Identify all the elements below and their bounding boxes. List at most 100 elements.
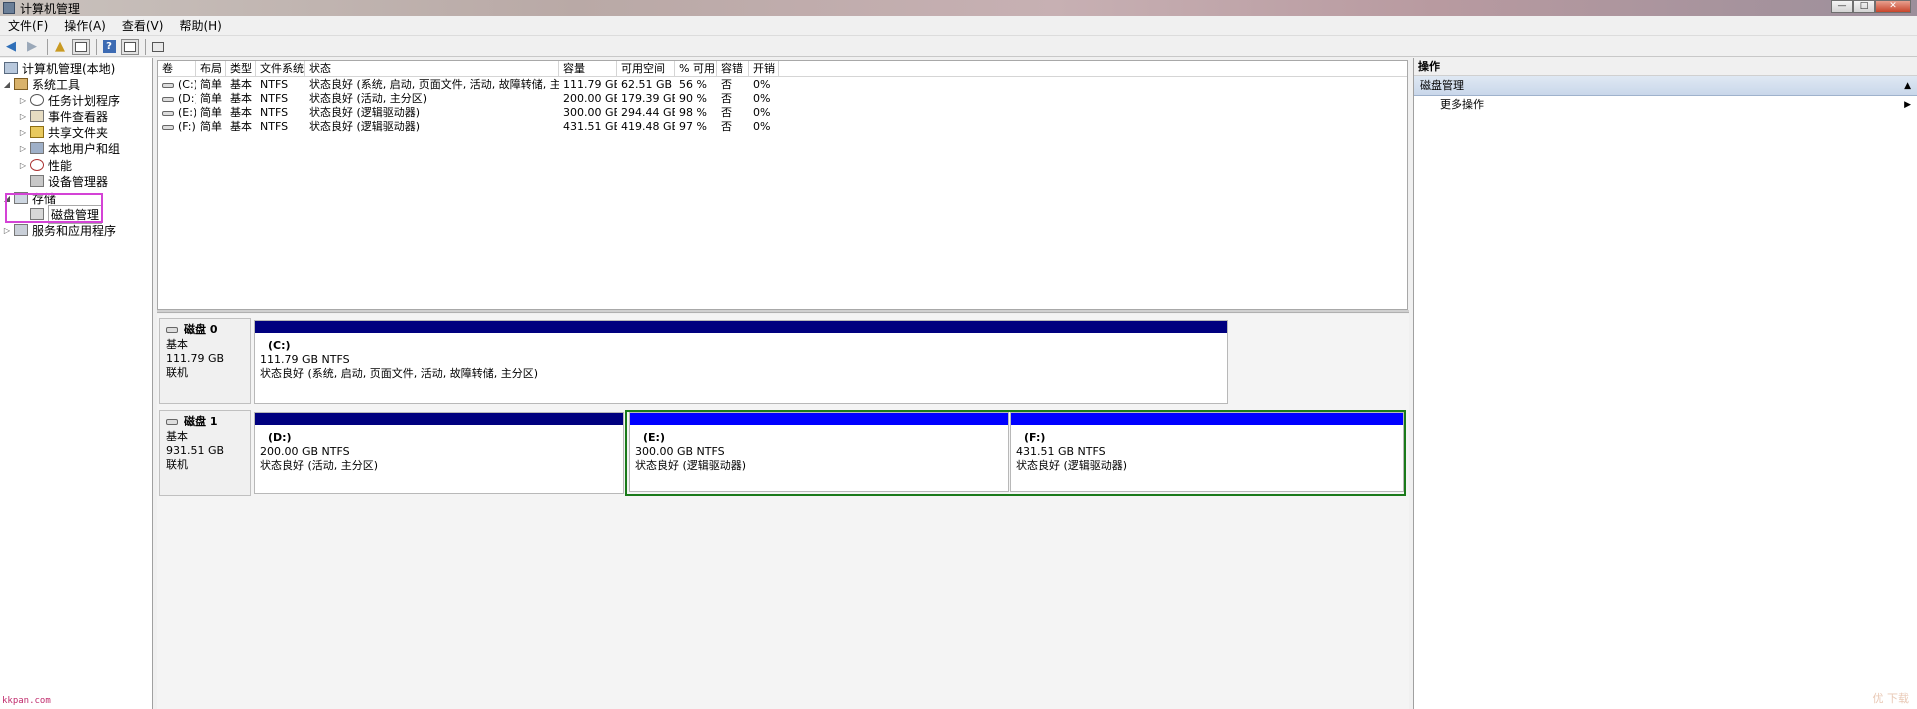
tree-item-shared-folders[interactable]: ▷ 共享文件夹 bbox=[18, 124, 108, 140]
toolbar-separator bbox=[96, 38, 97, 55]
type-cell: 基本 bbox=[230, 92, 252, 105]
expand-icon[interactable]: ▷ bbox=[18, 161, 28, 170]
more-actions-item[interactable]: 更多操作 ▶ bbox=[1414, 96, 1917, 114]
maximize-button[interactable]: □ bbox=[1853, 0, 1875, 13]
partition-c[interactable]: (C:) 111.79 GB NTFS 状态良好 (系统, 启动, 页面文件, … bbox=[254, 320, 1228, 404]
table-row[interactable]: (F:) 简单 基本 NTFS 状态良好 (逻辑驱动器) 431.51 GB 4… bbox=[158, 120, 1407, 134]
table-row[interactable]: (D:) 简单 基本 NTFS 状态良好 (活动, 主分区) 200.00 GB… bbox=[158, 92, 1407, 106]
column-header-free-space[interactable]: 可用空间 bbox=[617, 61, 675, 77]
disk-0-label[interactable]: 磁盘 0 基本 111.79 GB 联机 bbox=[159, 318, 251, 404]
users-icon bbox=[30, 142, 44, 154]
partition-status: 状态良好 (逻辑驱动器) bbox=[1016, 459, 1128, 472]
actions-section-disk-management[interactable]: 磁盘管理 ▲ bbox=[1414, 76, 1917, 96]
column-header-type[interactable]: 类型 bbox=[226, 61, 256, 77]
tree-label: 任务计划程序 bbox=[48, 93, 121, 108]
primary-partition-bar bbox=[255, 321, 1227, 333]
menu-help[interactable]: 帮助(H) bbox=[171, 17, 229, 34]
layout-cell: 简单 bbox=[200, 78, 222, 91]
title-bar: 计算机管理 — □ ✕ bbox=[0, 0, 1917, 16]
show-action-pane-icon[interactable] bbox=[121, 38, 139, 55]
back-arrow-icon[interactable]: ◀ bbox=[2, 39, 20, 55]
free-space-cell: 179.39 GB bbox=[621, 92, 675, 105]
menu-action[interactable]: 操作(A) bbox=[56, 17, 114, 34]
tree-label: 事件查看器 bbox=[48, 109, 109, 124]
help-button[interactable]: ? bbox=[100, 39, 118, 55]
percent-free-cell: 98 % bbox=[679, 106, 707, 119]
column-header-fault-tolerance[interactable]: 容错 bbox=[717, 61, 749, 77]
partition-d[interactable]: (D:) 200.00 GB NTFS 状态良好 (活动, 主分区) bbox=[254, 412, 624, 494]
actions-header: 操作 bbox=[1414, 58, 1917, 76]
tree-item-device-manager[interactable]: 设备管理器 bbox=[28, 173, 108, 189]
computer-management-icon bbox=[3, 2, 15, 14]
percent-free-cell: 56 % bbox=[679, 78, 707, 91]
toolbar: ◀ ▶ ▲ ? bbox=[0, 37, 1917, 57]
partition-status: 状态良好 (系统, 启动, 页面文件, 活动, 故障转储, 主分区) bbox=[260, 367, 539, 380]
column-header-overhead[interactable]: 开销 bbox=[749, 61, 779, 77]
drive-icon bbox=[162, 124, 174, 130]
tree-item-performance[interactable]: ▷ 性能 bbox=[18, 157, 72, 173]
overhead-cell: 0% bbox=[753, 78, 771, 91]
properties-icon[interactable] bbox=[149, 39, 167, 55]
collapse-icon[interactable]: ◢ bbox=[2, 80, 12, 89]
free-space-cell: 419.48 GB bbox=[621, 120, 675, 133]
disk-1-label[interactable]: 磁盘 1 基本 931.51 GB 联机 bbox=[159, 410, 251, 496]
tree-item-services[interactable]: ▷ 服务和应用程序 bbox=[2, 222, 116, 238]
disk-type: 基本 bbox=[166, 430, 188, 443]
column-header-volume[interactable]: 卷 bbox=[158, 61, 196, 77]
menu-view[interactable]: 查看(V) bbox=[114, 17, 172, 34]
percent-free-cell: 97 % bbox=[679, 120, 707, 133]
filesystem-cell: NTFS bbox=[260, 120, 289, 133]
menu-bar: 文件(F) 操作(A) 查看(V) 帮助(H) bbox=[0, 16, 1917, 36]
menu-file[interactable]: 文件(F) bbox=[0, 17, 56, 34]
filesystem-cell: NTFS bbox=[260, 106, 289, 119]
forward-arrow-icon[interactable]: ▶ bbox=[23, 39, 41, 55]
overhead-cell: 0% bbox=[753, 92, 771, 105]
tree-item-task-scheduler[interactable]: ▷ 任务计划程序 bbox=[18, 92, 120, 108]
show-hide-tree-icon[interactable] bbox=[72, 38, 90, 55]
column-header-percent-free[interactable]: % 可用 bbox=[675, 61, 717, 77]
capacity-cell: 300.00 GB bbox=[563, 106, 617, 119]
shared-folder-icon bbox=[30, 126, 44, 138]
tree-item-system-tools[interactable]: ◢ 系统工具 bbox=[2, 76, 80, 92]
free-space-cell: 294.44 GB bbox=[621, 106, 675, 119]
close-button[interactable]: ✕ bbox=[1875, 0, 1911, 13]
partition-info: (D:) 200.00 GB NTFS 状态良好 (活动, 主分区) bbox=[255, 425, 623, 479]
table-row[interactable]: (E:) 简单 基本 NTFS 状态良好 (逻辑驱动器) 300.00 GB 2… bbox=[158, 106, 1407, 120]
tree-item-computer-management[interactable]: 计算机管理(本地) bbox=[2, 60, 115, 76]
volume-name: (F:) bbox=[178, 120, 196, 133]
type-cell: 基本 bbox=[230, 120, 252, 133]
volume-cell: (E:) bbox=[158, 106, 196, 120]
minimize-button[interactable]: — bbox=[1831, 0, 1853, 13]
disk-name: 磁盘 1 bbox=[166, 415, 244, 429]
partition-f[interactable]: (F:) 431.51 GB NTFS 状态良好 (逻辑驱动器) bbox=[1010, 412, 1404, 492]
column-header-capacity[interactable]: 容量 bbox=[559, 61, 617, 77]
expand-icon[interactable]: ▷ bbox=[18, 96, 28, 105]
column-header-layout[interactable]: 布局 bbox=[196, 61, 226, 77]
tree-label: 本地用户和组 bbox=[48, 141, 121, 156]
partition-e[interactable]: (E:) 300.00 GB NTFS 状态良好 (逻辑驱动器) bbox=[629, 412, 1009, 492]
tree-item-event-viewer[interactable]: ▷ 事件查看器 bbox=[18, 108, 108, 124]
status-cell: 状态良好 (逻辑驱动器) bbox=[309, 120, 421, 133]
partition-status: 状态良好 (逻辑驱动器) bbox=[635, 459, 747, 472]
volume-cell: (D:) bbox=[158, 92, 196, 106]
expand-icon[interactable]: ▷ bbox=[18, 128, 28, 137]
column-header-status[interactable]: 状态 bbox=[305, 61, 559, 77]
disk-size: 931.51 GB bbox=[166, 444, 225, 457]
window-title: 计算机管理 bbox=[20, 1, 81, 16]
tree-item-local-users[interactable]: ▷ 本地用户和组 bbox=[18, 140, 120, 156]
expand-icon[interactable]: ▷ bbox=[18, 112, 28, 121]
table-row[interactable]: (C:) 简单 基本 NTFS 状态良好 (系统, 启动, 页面文件, 活动, … bbox=[158, 78, 1407, 92]
up-folder-icon[interactable]: ▲ bbox=[51, 39, 69, 55]
pane-splitter[interactable] bbox=[157, 310, 1409, 313]
collapse-up-icon[interactable]: ▲ bbox=[1904, 76, 1911, 96]
navigation-tree: 计算机管理(本地) ◢ 系统工具 ▷ 任务计划程序 ▷ 事件查看器 ▷ 共享文件… bbox=[0, 58, 153, 709]
column-header-filesystem[interactable]: 文件系统 bbox=[256, 61, 305, 77]
volume-cell: (C:) bbox=[158, 78, 196, 92]
partition-size: 300.00 GB NTFS bbox=[635, 445, 725, 458]
expand-icon[interactable]: ▷ bbox=[18, 144, 28, 153]
drive-icon bbox=[162, 110, 174, 116]
disk-name-text: 磁盘 1 bbox=[184, 415, 218, 428]
window-controls: — □ ✕ bbox=[1831, 0, 1911, 13]
volume-name: (D:) bbox=[178, 92, 196, 105]
expand-icon[interactable]: ▷ bbox=[2, 226, 12, 235]
